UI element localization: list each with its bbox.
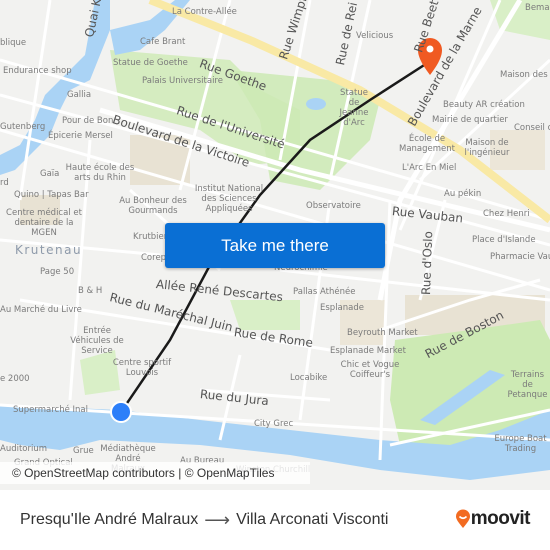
poi-label: Beyrouth Market (347, 328, 418, 338)
poi-label: Pharmacie Vau (490, 252, 550, 262)
poi-label: Chez Henri (483, 209, 530, 219)
arrow-right-icon: ⟶ (204, 509, 231, 531)
poi-label: Statue de Jeanne d'Arc (339, 88, 369, 128)
moovit-logo[interactable]: moovit (455, 508, 531, 530)
poi-label: L'Arc En Miel (402, 163, 457, 173)
poi-label: Quino | Tapas Bar (14, 190, 89, 200)
route-footer: Presqu'Ile André Malraux ⟶ Villa Arconat… (0, 490, 550, 550)
poi-label: Palais Universitaire (142, 76, 223, 86)
poi-label: Conseil c (514, 123, 550, 133)
district-label: Krutenau (15, 243, 83, 257)
poi-label: Beauty AR création (443, 100, 525, 110)
poi-label: Krutbien (133, 232, 170, 242)
poi-label: City Grec (254, 419, 294, 429)
poi-label: Gallia (67, 90, 92, 100)
poi-label: Esplanade Market (330, 346, 406, 356)
poi-label: Maison des A (500, 70, 550, 80)
poi-label: Centre sportif Louvois (112, 358, 172, 378)
poi-label: Endurance shop (3, 66, 72, 76)
street-label: Rue d'Oslo (419, 230, 436, 296)
take-me-there-button[interactable]: Take me there (165, 223, 385, 268)
poi-label: Au Marché du Livre (0, 305, 82, 315)
poi-label: Statue de Goethe (113, 58, 188, 68)
poi-label: Institut National des Sciences Appliquée… (194, 184, 264, 214)
moovit-pin-icon (455, 509, 470, 528)
poi-label: Bema (525, 3, 550, 13)
poi-label: Supermarché Inal (13, 405, 89, 415)
poi-label: Gaïa (40, 169, 60, 179)
poi-label: B & H (78, 286, 103, 296)
poi-label: La Contre-Allée (172, 7, 237, 17)
poi-label: Mairie de quartier (432, 115, 508, 125)
route-destination: Villa Arconati Visconti (236, 511, 389, 528)
route-origin: Presqu'Ile André Malraux (20, 511, 199, 528)
poi-label: Velicious (356, 31, 394, 41)
poi-label: Grue (73, 446, 94, 456)
poi-label: Épicerie Mersel (48, 131, 113, 141)
poi-label: Entrée Véhicules de Service (70, 326, 124, 356)
poi-label: Page 50 (40, 267, 75, 277)
poi-label: Pour de Bon (62, 116, 114, 126)
poi-label: Centre médical et dentaire de la MGEN (6, 208, 82, 238)
origin-marker[interactable] (110, 401, 132, 423)
poi-label: rd (0, 178, 9, 188)
poi-label: Au Bonheur des Gourmands (119, 196, 187, 216)
poi-label: Pallas Athénée (293, 287, 356, 297)
poi-label: Observatoire (306, 201, 361, 211)
poi-label: Terrains de Petanque (507, 370, 548, 400)
poi-label: Locabike (290, 373, 328, 383)
poi-label: Cafe Brant (140, 37, 186, 47)
poi-label: Maison de l'ingénieur (464, 138, 510, 158)
poi-label: Corep (141, 253, 167, 263)
poi-label: École de Management (399, 134, 455, 154)
poi-label: Esplanade (320, 303, 364, 313)
map-canvas[interactable]: Quai K Rue Goethe Rue Wimpf Rue de Rei R… (0, 0, 550, 490)
map-attribution[interactable]: © OpenStreetMap contributors | © OpenMap… (0, 462, 310, 484)
brand-name: moovit (470, 508, 531, 529)
poi-label: Chic et Vogue Coiffeur's (340, 360, 400, 380)
poi-label: Place d'Islande (472, 235, 536, 245)
poi-label: Auditorium (0, 444, 48, 454)
poi-label: Gutenberg (0, 122, 46, 132)
poi-label: blique (0, 38, 27, 48)
pond (306, 98, 326, 110)
poi-label: e 2000 (0, 374, 30, 384)
poi-label: Europe Boat Trading (494, 434, 547, 454)
poi-label: Haute école des arts du Rhin (65, 163, 135, 183)
poi-label: Au pékin (444, 189, 482, 199)
